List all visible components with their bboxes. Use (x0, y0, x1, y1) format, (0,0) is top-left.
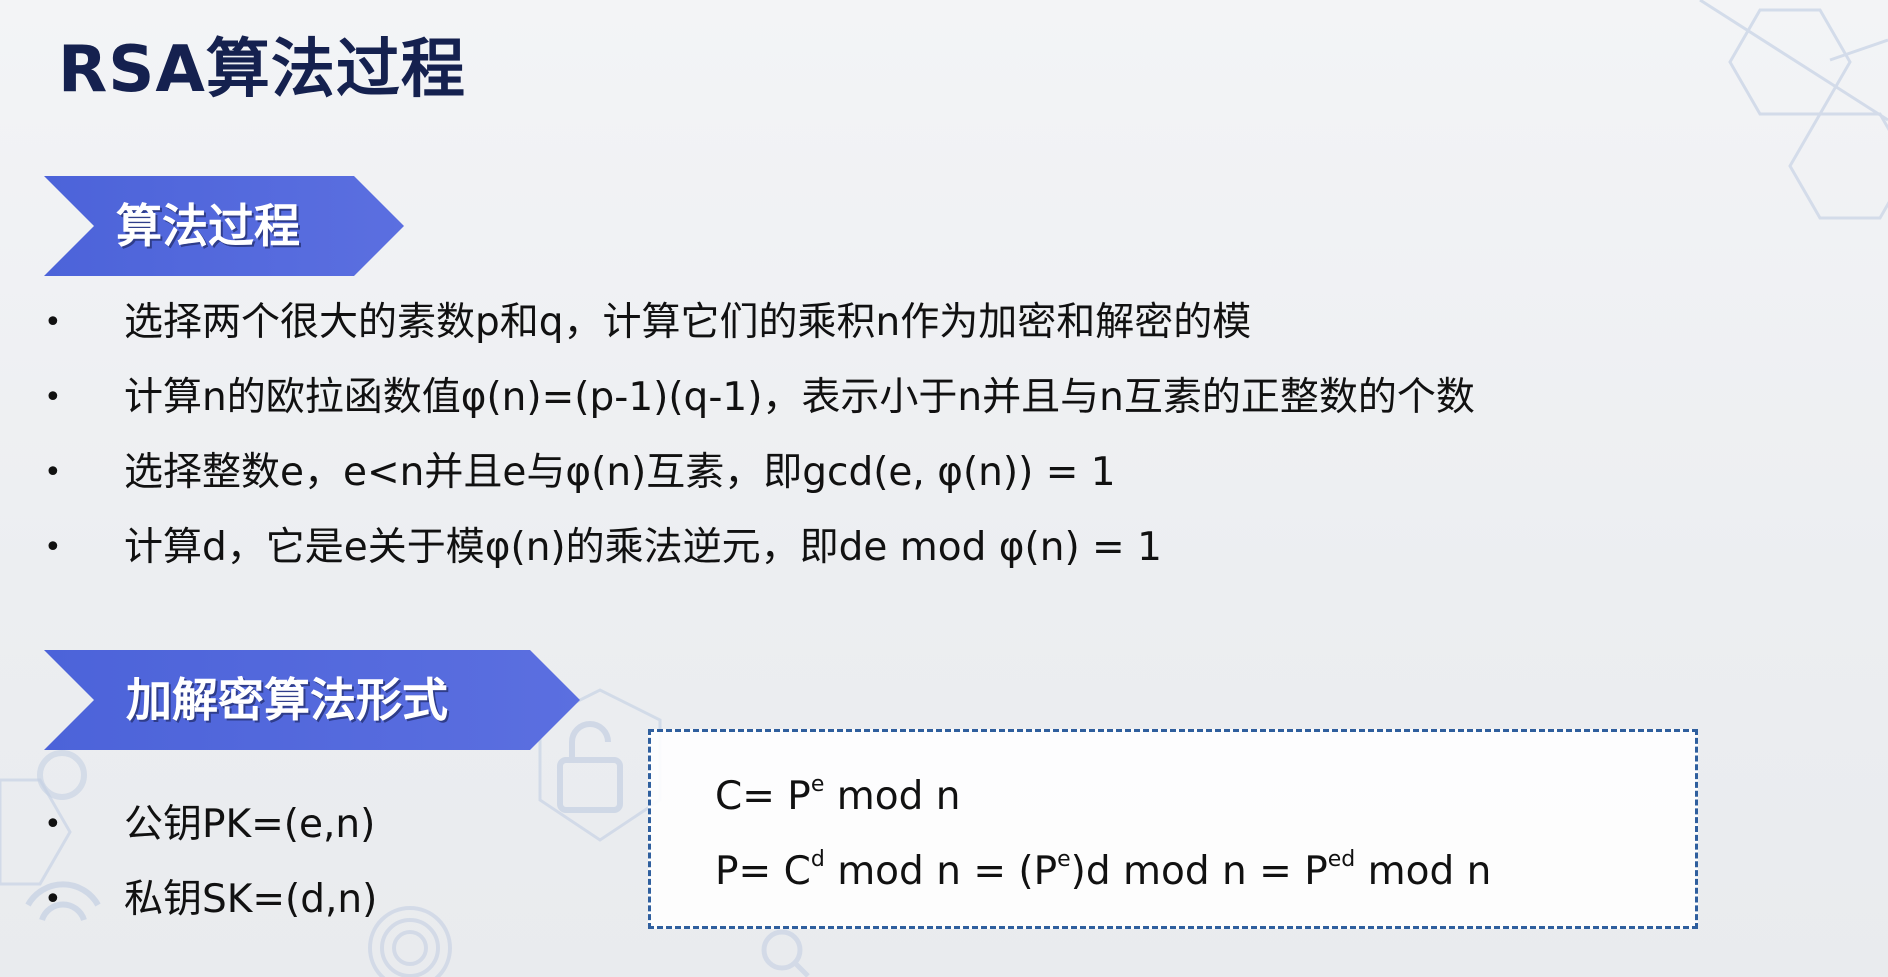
magnifier-icon (761, 929, 810, 977)
section-banner-crypto-form: 加解密算法形式 (44, 650, 580, 750)
section-banner-algorithm: 算法过程 (44, 176, 404, 276)
list-item: 计算d，它是e关于模φ(n)的乘法逆元，即de mod φ(n) = 1 (40, 520, 1475, 595)
key-list: 公钥PK=(e,n) 私钥SK=(d,n) (40, 797, 377, 947)
list-item: 计算n的欧拉函数值φ(n)=(p-1)(q-1)，表示小于n并且与n互素的正整数… (40, 370, 1475, 445)
private-key-item: 私钥SK=(d,n) (40, 872, 377, 947)
fingerprint-icon (368, 906, 452, 977)
encryption-formula: C= Pe mod n (715, 772, 961, 819)
slide-title: RSA算法过程 (58, 33, 466, 107)
refresh-icon (37, 750, 87, 800)
formula-box: C= Pe mod n P= Cd mod n = (Pe)d mod n = … (648, 729, 1698, 929)
public-key-item: 公钥PK=(e,n) (40, 797, 377, 872)
lock-icon (557, 721, 623, 813)
list-item: 选择两个很大的素数p和q，计算它们的乘积n作为加密和解密的模 (40, 295, 1475, 370)
decryption-formula: P= Cd mod n = (Pe)d mod n = Ped mod n (715, 847, 1492, 894)
list-item: 选择整数e，e<n并且e与φ(n)互素，即gcd(e, φ(n)) = 1 (40, 445, 1475, 520)
algorithm-steps-list: 选择两个很大的素数p和q，计算它们的乘积n作为加密和解密的模 计算n的欧拉函数值… (40, 295, 1475, 595)
